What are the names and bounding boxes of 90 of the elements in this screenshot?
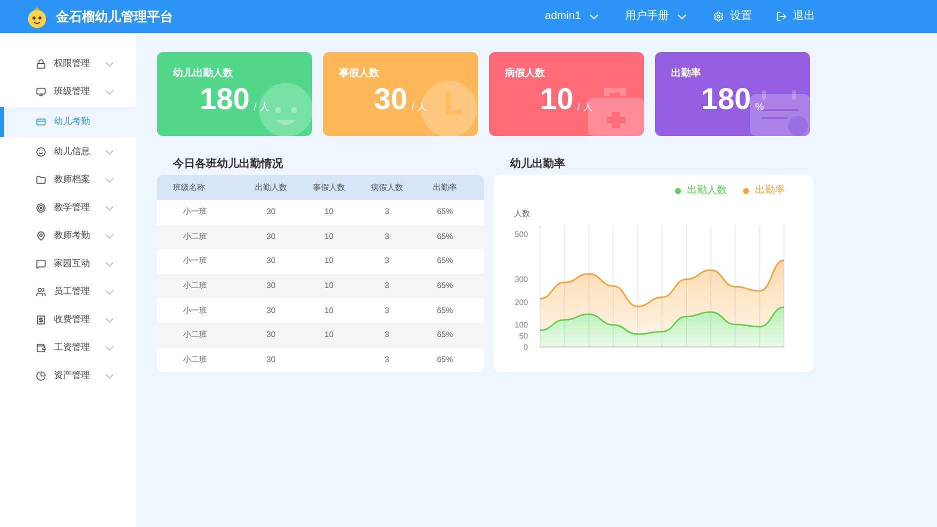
axis-tick-label: 0 [524, 343, 528, 352]
table-cell-text: 3 [384, 255, 390, 268]
axis-title: 人数 [514, 209, 530, 218]
table-cell-text: 小二班 [182, 230, 208, 243]
table-cell-text: 30 [266, 230, 276, 243]
column-header: 出勤人数 [254, 182, 288, 194]
table-cell-text: 10 [324, 230, 334, 243]
stat-title: 出勤率 [671, 66, 702, 81]
column-header: 班级名称 [172, 182, 206, 194]
axis-tick-label: 500 [514, 230, 528, 240]
sidebar-item[interactable]: 教师档案 [0, 166, 136, 194]
axis-tick-label: 200 [514, 298, 528, 307]
table-cell-text: 小二班 [182, 280, 208, 292]
table-cell-text: 3 [384, 354, 390, 366]
stat-unit: / 人 [411, 101, 427, 115]
sidebar-item[interactable]: 工资管理 [0, 334, 136, 362]
table-cell-text: 30 [266, 304, 276, 317]
table-cell-text: 3 [384, 230, 390, 243]
logo-icon [26, 6, 48, 28]
legend-label: 出勤率 [755, 184, 785, 198]
table-cell-text: 65% [436, 230, 454, 243]
chat-icon [36, 259, 46, 269]
column-header: 病假人数 [370, 182, 404, 194]
table-cell-text: 小二班 [182, 354, 208, 366]
stat-title: 事假人数 [339, 66, 380, 81]
table-cell-text: 3 [384, 280, 390, 292]
table-cell-text: 10 [324, 304, 334, 317]
table-cell-text: 30 [266, 280, 276, 292]
table-cell-text: 10 [324, 206, 334, 218]
table-cell-text: 65% [436, 354, 454, 366]
sidebar-item[interactable]: 教师考勤 [0, 222, 136, 250]
column-header: 事假人数 [312, 182, 346, 194]
table-cell-text: 3 [384, 304, 390, 317]
table-cell-text: 小二班 [182, 329, 208, 342]
sidebar-item[interactable]: 资产管理 [0, 362, 136, 390]
target-icon [36, 203, 46, 213]
column-header: 出勤率 [432, 182, 458, 194]
table-cell-text: 10 [324, 280, 334, 292]
face-icon [36, 147, 46, 157]
sidebar-item[interactable]: 收费管理 [0, 306, 136, 334]
pin-icon [36, 231, 46, 241]
table-cell-text: 小一班 [182, 206, 208, 218]
lock-icon [36, 59, 46, 69]
stat-unit: / 人 [577, 101, 593, 115]
axis-tick-label: 300 [514, 275, 528, 284]
table-cell-text: 30 [266, 354, 276, 366]
table-cell-text: 65% [436, 255, 454, 268]
table-cell-text: 65% [436, 206, 454, 218]
sidebar-item[interactable]: 教学管理 [0, 194, 136, 222]
sidebar-item[interactable]: 班级管理 [0, 78, 136, 106]
table-cell-text: 65% [436, 280, 454, 292]
folder-icon [36, 175, 46, 185]
legend-label: 出勤人数 [687, 184, 727, 198]
section-title: 今日各班幼儿出勤情况 [172, 156, 284, 172]
table-cell-text: 30 [266, 255, 276, 268]
stat-title: 幼儿出勤人数 [173, 66, 234, 81]
stat-value: 10 [540, 85, 574, 115]
sidebar-item[interactable]: 权限管理 [0, 50, 136, 78]
stat-value: 180 [200, 85, 250, 115]
app-title: 金石榴幼儿管理平台 [56, 8, 173, 26]
pie-chart-icon [36, 371, 46, 381]
sidebar-item[interactable]: 家园互动 [0, 250, 136, 278]
wallet-icon [36, 343, 46, 353]
users-icon [36, 287, 46, 297]
table-cell-text: 65% [436, 329, 454, 342]
monitor-icon [36, 87, 46, 97]
table-cell-text: 小一班 [182, 255, 208, 268]
stat-title: 病假人数 [505, 66, 546, 81]
table-cell-text: 10 [324, 329, 334, 342]
card-icon [36, 117, 46, 127]
calendar-icon [748, 90, 810, 136]
stat-value: 180 [701, 85, 752, 115]
logout-icon [776, 11, 787, 22]
section-title: 幼儿出勤率 [509, 156, 566, 172]
sidebar-item[interactable]: 员工管理 [0, 278, 136, 306]
axis-tick-label: 50 [519, 332, 528, 341]
stat-value: 30 [374, 85, 408, 115]
table-cell-text: 3 [384, 329, 390, 342]
table-cell-text: 30 [266, 206, 276, 218]
axis-tick-label: 100 [514, 320, 528, 330]
sidebar-item[interactable]: 幼儿信息 [0, 138, 136, 166]
settings-icon [713, 11, 724, 22]
table-cell-text: 小一班 [182, 304, 208, 317]
table-cell-text: 3 [384, 206, 390, 218]
receipt-icon [36, 315, 46, 325]
table-cell-text: 10 [324, 255, 334, 268]
table-cell-text: 30 [266, 329, 276, 342]
table-cell-text: 65% [436, 304, 454, 317]
stat-unit: % [755, 101, 764, 115]
stat-unit: / 人 [254, 101, 270, 115]
